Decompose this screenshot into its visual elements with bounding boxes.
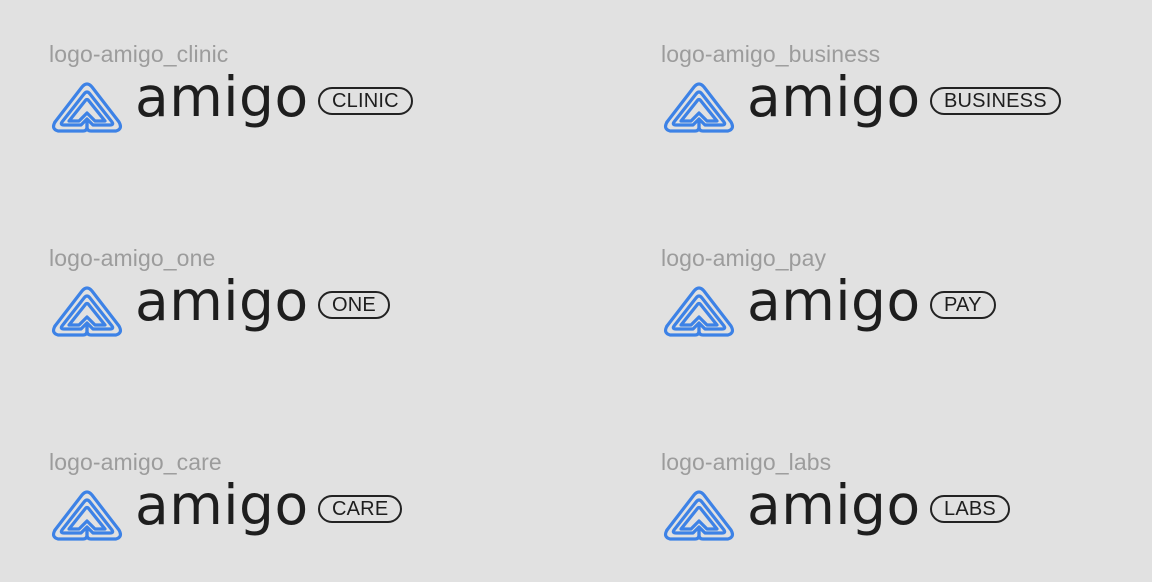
logo-badge: ONE (318, 291, 390, 319)
logo-block-care: logo-amigo_care amigo CARE (49, 449, 569, 559)
logo-caption: logo-amigo_labs (661, 449, 832, 475)
amigo-heart-icon (663, 490, 735, 541)
logo-lockup: amigo LABS (661, 473, 1152, 543)
logo-caption: logo-amigo_one (49, 245, 216, 271)
logo-caption: logo-amigo_pay (661, 245, 827, 271)
logo-caption: logo-amigo_business (661, 41, 881, 67)
logo-lockup: amigo CLINIC (49, 65, 569, 135)
logo-block-one: logo-amigo_one amigo ONE (49, 245, 569, 355)
amigo-heart-icon (51, 286, 123, 337)
logo-block-business: logo-amigo_business amigo BUSINESS (661, 41, 1152, 151)
amigo-heart-icon (663, 286, 735, 337)
logo-caption: logo-amigo_clinic (49, 41, 229, 67)
logo-block-labs: logo-amigo_labs amigo LABS (661, 449, 1152, 559)
logo-badge: CARE (318, 495, 403, 523)
amigo-heart-icon (663, 82, 735, 133)
logo-lockup: amigo BUSINESS (661, 65, 1152, 135)
logo-caption: logo-amigo_care (49, 449, 222, 475)
logo-block-clinic: logo-amigo_clinic amigo CLINIC (49, 41, 569, 151)
logo-badge: CLINIC (318, 87, 413, 115)
logo-lockup: amigo PAY (661, 269, 1152, 339)
logo-wordmark: amigo (747, 473, 921, 537)
amigo-heart-icon (51, 82, 123, 133)
logo-wordmark: amigo (135, 473, 309, 537)
logo-lockup: amigo ONE (49, 269, 569, 339)
logo-badge: PAY (930, 291, 996, 319)
logo-badge: BUSINESS (930, 87, 1061, 115)
logo-wordmark: amigo (135, 269, 309, 333)
logo-badge: LABS (930, 495, 1010, 523)
logo-wordmark: amigo (747, 65, 921, 129)
logo-block-pay: logo-amigo_pay amigo PAY (661, 245, 1152, 355)
logo-wordmark: amigo (135, 65, 309, 129)
amigo-heart-icon (51, 490, 123, 541)
logo-lockup: amigo CARE (49, 473, 569, 543)
logo-wordmark: amigo (747, 269, 921, 333)
